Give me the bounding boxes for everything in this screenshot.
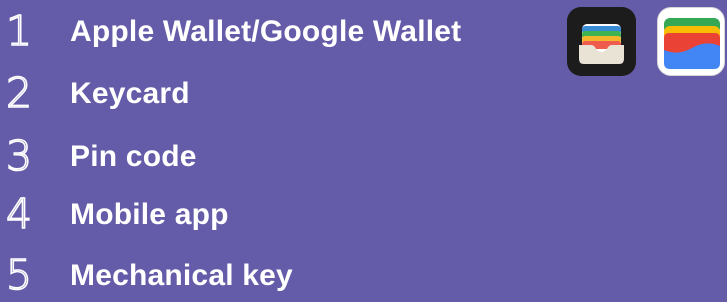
option-item-keycard: 2 Keycard xyxy=(0,69,560,120)
apple-wallet-icon xyxy=(567,7,636,76)
option-item-mechanical-key: 5 Mechanical key xyxy=(0,251,560,302)
option-item-mobile-app: 4 Mobile app xyxy=(0,190,560,241)
option-label: Keycard xyxy=(70,77,190,110)
option-label: Pin code xyxy=(70,140,197,173)
option-number: 4 xyxy=(5,190,33,238)
option-label: Mobile app xyxy=(70,198,229,231)
option-number: 3 xyxy=(5,132,33,180)
option-label: Apple Wallet/Google Wallet xyxy=(70,15,462,48)
option-label: Mechanical key xyxy=(70,259,293,292)
option-number: 5 xyxy=(5,251,33,299)
option-number: 2 xyxy=(5,69,33,117)
option-item-pin-code: 3 Pin code xyxy=(0,132,560,183)
option-number: 1 xyxy=(5,7,33,55)
google-wallet-icon xyxy=(657,7,725,76)
option-item-apple-google-wallet: 1 Apple Wallet/Google Wallet xyxy=(0,7,560,58)
